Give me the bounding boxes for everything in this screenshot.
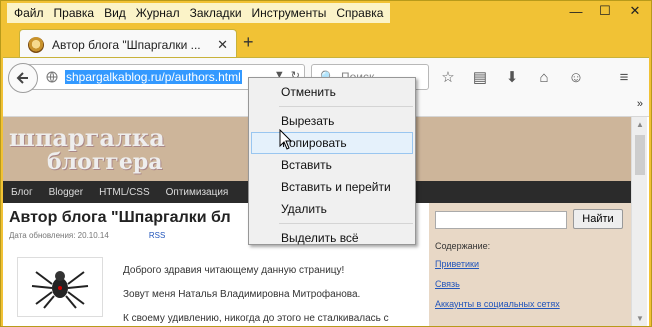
article-paragraph: Зовут меня Наталья Владимировна Митрофан… — [123, 289, 361, 300]
ctx-select-all[interactable]: Выделить всё — [249, 227, 415, 249]
smiley-feedback-icon[interactable]: ☺ — [565, 66, 587, 88]
bookmark-star-icon[interactable]: ☆ — [437, 66, 459, 88]
bookmarks-list-icon[interactable]: ▤ — [469, 66, 491, 88]
menu-bar: Файл Правка Вид Журнал Закладки Инструме… — [7, 3, 391, 23]
site-search-button[interactable]: Найти — [573, 209, 623, 229]
menu-tools[interactable]: Инструменты — [247, 3, 332, 23]
sidebar-link[interactable]: Аккаунты в социальных сетях — [435, 299, 560, 309]
back-arrow-icon — [16, 72, 28, 84]
close-window-button[interactable]: ✕ — [620, 1, 650, 21]
menu-separator — [279, 106, 413, 107]
menu-separator — [279, 223, 413, 224]
rss-link[interactable]: RSS — [149, 231, 165, 240]
scroll-up-icon[interactable]: ▲ — [636, 120, 644, 129]
sidebar-contents-label: Содержание: — [435, 241, 491, 251]
spider-icon — [31, 271, 89, 309]
mouse-cursor-icon — [279, 129, 293, 150]
globe-icon — [46, 71, 58, 83]
ctx-paste-and-go[interactable]: Вставить и перейти — [249, 176, 415, 198]
home-icon[interactable]: ⌂ — [533, 66, 555, 88]
hamburger-menu-icon[interactable]: ≡ — [613, 66, 635, 88]
ctx-delete[interactable]: Удалить — [249, 198, 415, 220]
spider-image — [17, 257, 103, 317]
menu-edit[interactable]: Правка — [49, 3, 100, 23]
tab-close-icon[interactable]: ✕ — [217, 37, 228, 53]
back-button[interactable] — [8, 63, 38, 93]
site-nav-item[interactable]: Блог — [11, 187, 33, 198]
sidebar-link[interactable]: Приветики — [435, 259, 479, 269]
site-nav-item[interactable]: HTML/CSS — [99, 187, 150, 198]
new-tab-button[interactable]: + — [243, 32, 254, 53]
article-paragraph: Доброго здравия читающему данную страниц… — [123, 265, 345, 276]
menu-view[interactable]: Вид — [99, 3, 131, 23]
update-date: Дата обновления: 20.10.14 — [9, 231, 109, 240]
downloads-icon[interactable]: ⬇ — [501, 66, 523, 88]
url-text-selected[interactable]: shpargalkablog.ru/p/authors.html — [65, 70, 242, 84]
menu-file[interactable]: Файл — [9, 3, 49, 23]
tab-active[interactable]: Автор блога "Шпаргалки ... ✕ — [19, 29, 237, 59]
menu-help[interactable]: Справка — [331, 3, 388, 23]
sidebar-link[interactable]: Связь — [435, 279, 460, 289]
tab-strip: Автор блога "Шпаргалки ... ✕ + — [1, 25, 652, 59]
ctx-copy[interactable]: Копировать — [251, 132, 413, 154]
ctx-cut[interactable]: Вырезать — [249, 110, 415, 132]
site-logo-line1[interactable]: шпаргалка — [9, 123, 165, 152]
ctx-paste[interactable]: Вставить — [249, 154, 415, 176]
browser-window: Файл Правка Вид Журнал Закладки Инструме… — [0, 0, 652, 327]
site-search-input[interactable] — [435, 211, 567, 229]
vertical-scrollbar[interactable]: ▲ ▼ — [631, 117, 647, 326]
site-favicon-icon — [28, 36, 44, 53]
site-logo-line2[interactable]: блоггера — [47, 149, 162, 175]
site-sidebar: Найти Содержание: Приветики Связь Аккаун… — [429, 203, 631, 326]
maximize-button[interactable]: ☐ — [591, 1, 619, 21]
context-menu: Отменить Вырезать Копировать Вставить Вс… — [248, 77, 416, 245]
bookmarks-overflow-icon[interactable]: » — [637, 98, 643, 110]
article-paragraph: К своему удивлению, никогда до этого не … — [123, 313, 389, 324]
minimize-button[interactable]: — — [562, 1, 590, 21]
ctx-undo[interactable]: Отменить — [249, 81, 415, 103]
tab-title: Автор блога "Шпаргалки ... — [52, 37, 201, 52]
menu-bookmarks[interactable]: Закладки — [185, 3, 247, 23]
scroll-down-icon[interactable]: ▼ — [636, 314, 644, 323]
site-nav-item[interactable]: Blogger — [49, 187, 83, 198]
site-nav-item[interactable]: Оптимизация — [166, 187, 229, 198]
scrollbar-thumb[interactable] — [635, 135, 645, 175]
menu-history[interactable]: Журнал — [131, 3, 185, 23]
